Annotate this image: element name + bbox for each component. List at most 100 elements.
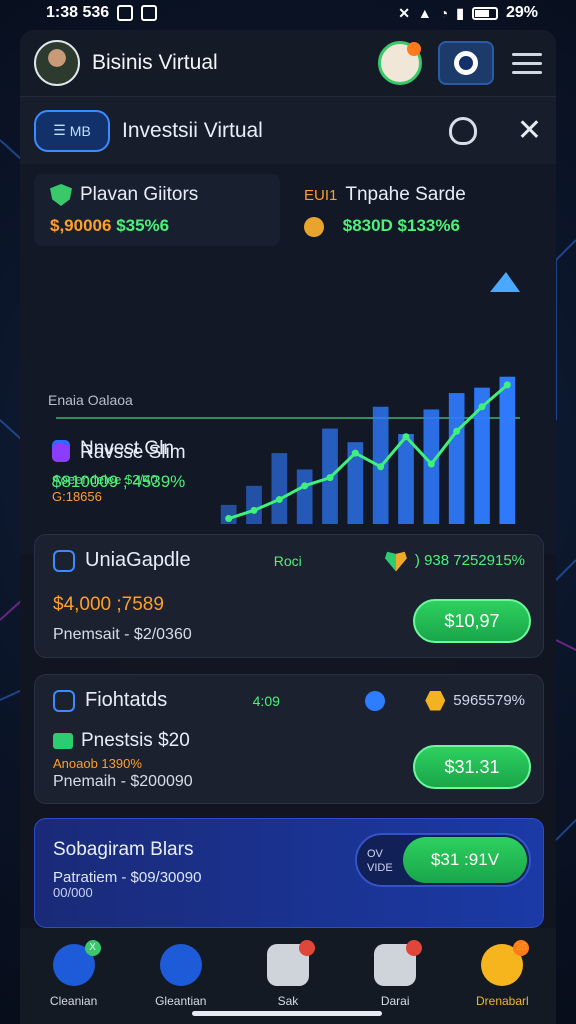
card-settings-icon xyxy=(53,549,75,572)
nav-badge: 25 xyxy=(513,940,530,956)
chart-bar xyxy=(448,393,465,524)
chart-point xyxy=(377,463,385,471)
nav-label: Gleantian xyxy=(155,994,207,1008)
bottom-navigation: X Cleanian Gleantian Sak Darai 25 Drenab… xyxy=(20,928,556,1024)
stat-right-label: Tnpahe Sarde xyxy=(345,184,466,205)
section-title: Investsii Virtual xyxy=(122,118,263,142)
stat-left-label: Plavan Giitors xyxy=(80,184,199,205)
category-pill-label: MB xyxy=(69,122,91,139)
battery-icon xyxy=(471,6,498,20)
chart-bar xyxy=(499,376,516,524)
app-window: Bisinis Virtual ☰ MB Investsii Virtual ✕… xyxy=(20,30,556,1024)
chart-point xyxy=(225,515,233,523)
card-1-action-button[interactable]: $10,97 xyxy=(413,599,531,643)
toggle-knob xyxy=(454,51,478,75)
check-badge-icon xyxy=(365,690,386,711)
save-icon xyxy=(266,940,315,986)
promo-sub: Patratiem - $09/30090 xyxy=(53,869,202,886)
battery-percent: 29% xyxy=(505,4,538,21)
card-2-tag: 4:09 xyxy=(252,692,280,709)
chart-bar xyxy=(296,469,313,524)
chart-bar xyxy=(246,485,262,524)
app-icon xyxy=(141,5,158,21)
promo-card[interactable]: Sobagiram Blars Patratiem - $09/30090 00… xyxy=(34,818,544,928)
card-1-title: UniaGapdle xyxy=(85,549,191,571)
chart-point xyxy=(503,381,511,389)
home-icon: X xyxy=(52,940,101,986)
overlay-revenue-line1: Aoeendelee $2/40 xyxy=(52,472,158,487)
chart-bar xyxy=(271,453,288,524)
overlay-revenue-line2: G:18656 xyxy=(52,489,102,504)
investment-card-2[interactable]: Fiohtatds 4:09 5965579% Pnestsis $20 Ano… xyxy=(34,674,544,804)
promo-title: Sobagiram Blars xyxy=(53,839,194,860)
stat-card-left[interactable]: Plavan Giitors $,90006 $35%6 xyxy=(34,174,280,246)
home-indicator xyxy=(192,1011,382,1016)
close-icon[interactable]: ✕ xyxy=(517,113,542,148)
cash-icon xyxy=(53,733,73,749)
hamburger-menu-icon[interactable] xyxy=(512,52,542,74)
chart-point xyxy=(427,460,435,468)
stat-left-value-b: $35%6 xyxy=(116,216,170,235)
nav-item-chart[interactable]: Gleantian xyxy=(131,944,231,1008)
section-header: ☰ MB Investsii Virtual ✕ xyxy=(20,96,556,164)
promo-toggle[interactable]: OV VIDE $31 :91V xyxy=(355,833,531,887)
nav-label: Drenabarl xyxy=(475,994,529,1008)
card-2-action-button[interactable]: $31.31 xyxy=(413,745,531,789)
nav-item-save[interactable]: Sak xyxy=(238,940,338,1008)
nav-item-data[interactable]: Darai xyxy=(345,940,445,1008)
promo-toggle-on-label: $31 :91V xyxy=(403,837,527,883)
shield-check-icon xyxy=(50,184,72,206)
notification-icon xyxy=(117,5,134,21)
data-icon xyxy=(374,940,423,986)
promo-toggle-off-label: OV VIDE xyxy=(367,848,393,874)
chart-point xyxy=(453,427,461,435)
nav-item-home[interactable]: X Cleanian xyxy=(24,940,124,1008)
chart-overlay-revenue: Ravsse Slim Aoeendelee $2/40 G:18656 xyxy=(52,442,186,504)
wifi-icon: ◔ xyxy=(439,5,449,21)
avatar[interactable] xyxy=(34,40,80,86)
chart-point xyxy=(301,482,309,490)
theme-toggle[interactable] xyxy=(438,41,494,85)
nav-label: Darai xyxy=(380,994,410,1008)
card-2-amount: Pnestsis $20 xyxy=(81,730,190,751)
stat-right-value: $830D $133%6 xyxy=(342,216,460,235)
mute-icon: ✕ xyxy=(398,4,410,21)
card-2-stat: 5965579% xyxy=(453,692,525,709)
investment-card-1[interactable]: UniaGapdle Roci ) 938 7252915% $4,000 ;7… xyxy=(34,534,544,658)
chart-point xyxy=(326,474,334,482)
chart-caption: Enaia Oalaoa xyxy=(48,392,133,408)
chart-trend-line xyxy=(228,383,509,520)
growth-arrow-icon xyxy=(490,272,520,292)
hexagon-coin-icon xyxy=(425,690,446,711)
nav-badge: X xyxy=(84,940,101,956)
promo-sub2: 00/000 xyxy=(53,885,93,900)
app-title: Bisinis Virtual xyxy=(92,51,218,74)
chart-bar xyxy=(398,434,414,524)
notification-dot xyxy=(407,42,421,56)
top-bar: Bisinis Virtual xyxy=(20,30,556,96)
category-pill[interactable]: ☰ MB xyxy=(34,109,110,152)
chart-point xyxy=(402,433,410,441)
status-time: 1:38 536 xyxy=(46,4,110,21)
wallet-icon: 25 xyxy=(481,940,530,986)
location-icon: ▲ xyxy=(417,5,432,21)
nav-label: Cleanian xyxy=(49,994,98,1008)
coin-icon xyxy=(304,216,324,237)
profile-notification-button[interactable] xyxy=(378,41,422,85)
nav-dot xyxy=(298,940,315,956)
signal-icon: ▮ xyxy=(456,4,464,21)
stat-right-prefix: EUI1 xyxy=(304,186,338,204)
lock-icon[interactable] xyxy=(448,116,477,145)
chart-icon xyxy=(159,944,202,986)
card-2-title: Fiohtatds xyxy=(85,689,168,711)
status-bar: 1:38 536 ✕ ▲ ◔ ▮ 29% xyxy=(0,0,576,26)
card-list-icon xyxy=(53,689,75,712)
card-1-stat: ) 938 7252915% xyxy=(414,552,526,569)
list-icon: ☰ xyxy=(53,122,66,138)
heart-icon xyxy=(384,551,407,572)
nav-item-wallet[interactable]: 25 Drenabarl xyxy=(452,940,552,1008)
stat-card-right[interactable]: EUI1 Tnpahe Sarde $830D $133%6 xyxy=(300,174,550,246)
purple-square-icon xyxy=(52,444,70,462)
chart-point xyxy=(478,403,486,411)
chart-point xyxy=(250,506,258,514)
